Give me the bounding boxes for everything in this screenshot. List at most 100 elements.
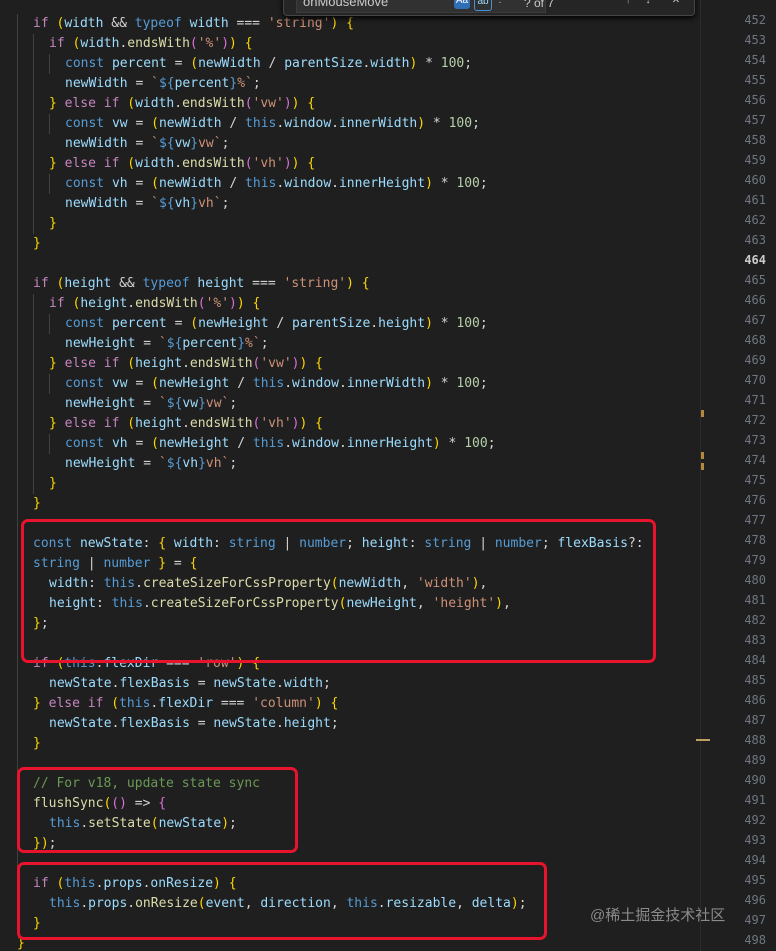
line-number: 496: [744, 893, 766, 907]
line-number: 458: [744, 133, 766, 147]
ruler-mark: [701, 463, 704, 470]
code-line[interactable]: const vh = (newHeight / this.window.inne…: [65, 434, 496, 454]
line-number: 485: [744, 673, 766, 687]
code-line[interactable]: newHeight = `${percent}%`;: [65, 334, 269, 354]
code-line[interactable]: }: [49, 474, 57, 494]
ruler-mark: [701, 410, 704, 417]
code-line[interactable]: const vw = (newHeight / this.window.inne…: [65, 374, 488, 394]
code-line[interactable]: const vh = (newWidth / this.window.inner…: [65, 174, 488, 194]
line-number: 493: [744, 833, 766, 847]
indent-guide: [49, 54, 50, 74]
arrow-up-icon[interactable]: ↑: [620, 0, 636, 9]
code-line[interactable]: }: [49, 214, 57, 234]
line-number: 478: [744, 533, 766, 547]
line-number: 482: [744, 613, 766, 627]
line-number: 472: [744, 413, 766, 427]
line-number: 476: [744, 493, 766, 507]
indent-guide: [49, 434, 50, 454]
code-line[interactable]: } else if (height.endsWith('vh')) {: [49, 414, 323, 434]
code-line[interactable]: }: [33, 494, 41, 514]
arrow-down-icon[interactable]: ↓: [640, 0, 656, 9]
code-line[interactable]: const vw = (newWidth / this.window.inner…: [65, 114, 480, 134]
line-number: 486: [744, 693, 766, 707]
indent-guide: [49, 114, 50, 134]
indent-guide: [49, 374, 50, 394]
code-line[interactable]: newHeight = `${vh}vh`;: [65, 454, 237, 474]
whole-word-toggle[interactable]: ab: [474, 0, 492, 11]
find-count: ? of 7: [524, 0, 555, 10]
line-number: 481: [744, 593, 766, 607]
overview-ruler[interactable]: [696, 0, 715, 951]
code-line[interactable]: } else if (height.endsWith('vw')) {: [49, 354, 323, 374]
code-editor[interactable]: if (width && typeof width === 'string') …: [0, 0, 700, 951]
code-line[interactable]: } else if (this.flexDir === 'column') {: [33, 694, 338, 714]
line-number: 495: [744, 873, 766, 887]
line-number: 457: [744, 113, 766, 127]
line-number: 467: [744, 313, 766, 327]
line-number: 471: [744, 393, 766, 407]
watermark: @稀土掘金技术社区: [590, 907, 726, 924]
line-number: 461: [744, 193, 766, 207]
ruler-mark: [696, 739, 710, 741]
ruler-mark: [701, 452, 704, 459]
indent-guide: [49, 174, 50, 194]
line-number: 453: [744, 33, 766, 47]
code-line[interactable]: if (height.endsWith('%')) {: [49, 294, 260, 314]
code-line[interactable]: newWidth = `${vw}vw`;: [65, 134, 229, 154]
code-line[interactable]: newWidth = `${vh}vh`;: [65, 194, 229, 214]
line-number: 452: [744, 13, 766, 27]
line-number: 492: [744, 813, 766, 827]
line-number: 463: [744, 233, 766, 247]
code-line[interactable]: const percent = (newWidth / parentSize.w…: [65, 54, 472, 74]
code-line[interactable]: if (width.endsWith('%')) {: [49, 34, 253, 54]
line-number: 484: [744, 653, 766, 667]
line-number: 489: [744, 753, 766, 767]
line-number: 456: [744, 93, 766, 107]
code-line[interactable]: newHeight = `${vw}vw`;: [65, 394, 237, 414]
indent-guide: [49, 314, 50, 334]
line-number: 497: [744, 913, 766, 927]
line-number: 465: [744, 273, 766, 287]
code-line[interactable]: }: [33, 234, 41, 254]
code-line[interactable]: if (height && typeof height === 'string'…: [33, 274, 370, 294]
code-line[interactable]: newWidth = `${percent}%`;: [65, 74, 261, 94]
code-line[interactable]: } else if (width.endsWith('vw')) {: [49, 94, 315, 114]
line-number: 468: [744, 333, 766, 347]
find-widget[interactable]: onMouseMove Aa ab .* ? of 7 ↑ ↓ ✕: [283, 0, 695, 16]
indent-guide: [33, 34, 34, 234]
highlight-flushsync: [17, 767, 298, 853]
line-number: 462: [744, 213, 766, 227]
find-query: onMouseMove: [303, 0, 389, 9]
code-line[interactable]: } else if (width.endsWith('vh')) {: [49, 154, 315, 174]
line-number: 459: [744, 153, 766, 167]
close-icon[interactable]: ✕: [668, 0, 684, 9]
line-number: 454: [744, 53, 766, 67]
match-case-toggle[interactable]: Aa: [454, 0, 470, 9]
highlight-newstate: [21, 519, 656, 663]
code-line[interactable]: const percent = (newHeight / parentSize.…: [65, 314, 488, 334]
line-number: 464: [744, 253, 766, 267]
line-number: 483: [744, 633, 766, 647]
regex-icon[interactable]: .*: [494, 0, 510, 9]
line-number: 479: [744, 553, 766, 567]
code-line[interactable]: if (width && typeof width === 'string') …: [33, 14, 354, 34]
line-number: 470: [744, 373, 766, 387]
code-line[interactable]: newState.flexBasis = newState.width;: [49, 674, 331, 694]
line-number: 460: [744, 173, 766, 187]
line-number: 488: [744, 733, 766, 747]
highlight-onresize: [17, 862, 547, 940]
line-number: 474: [744, 453, 766, 467]
line-number: 473: [744, 433, 766, 447]
indent-guide: [33, 294, 34, 494]
line-number-gutter: 452 453 454 455 456 457 458 459 460 461 462 463 464 4…: [714, 0, 776, 951]
code-line[interactable]: newState.flexBasis = newState.height;: [49, 714, 339, 734]
line-number: 487: [744, 713, 766, 727]
line-number: 494: [744, 853, 766, 867]
code-line[interactable]: }: [33, 734, 41, 754]
line-number: 480: [744, 573, 766, 587]
line-number: 466: [744, 293, 766, 307]
line-number: 477: [744, 513, 766, 527]
line-number: 475: [744, 473, 766, 487]
line-number: 490: [744, 773, 766, 787]
line-number: 498: [744, 933, 766, 947]
